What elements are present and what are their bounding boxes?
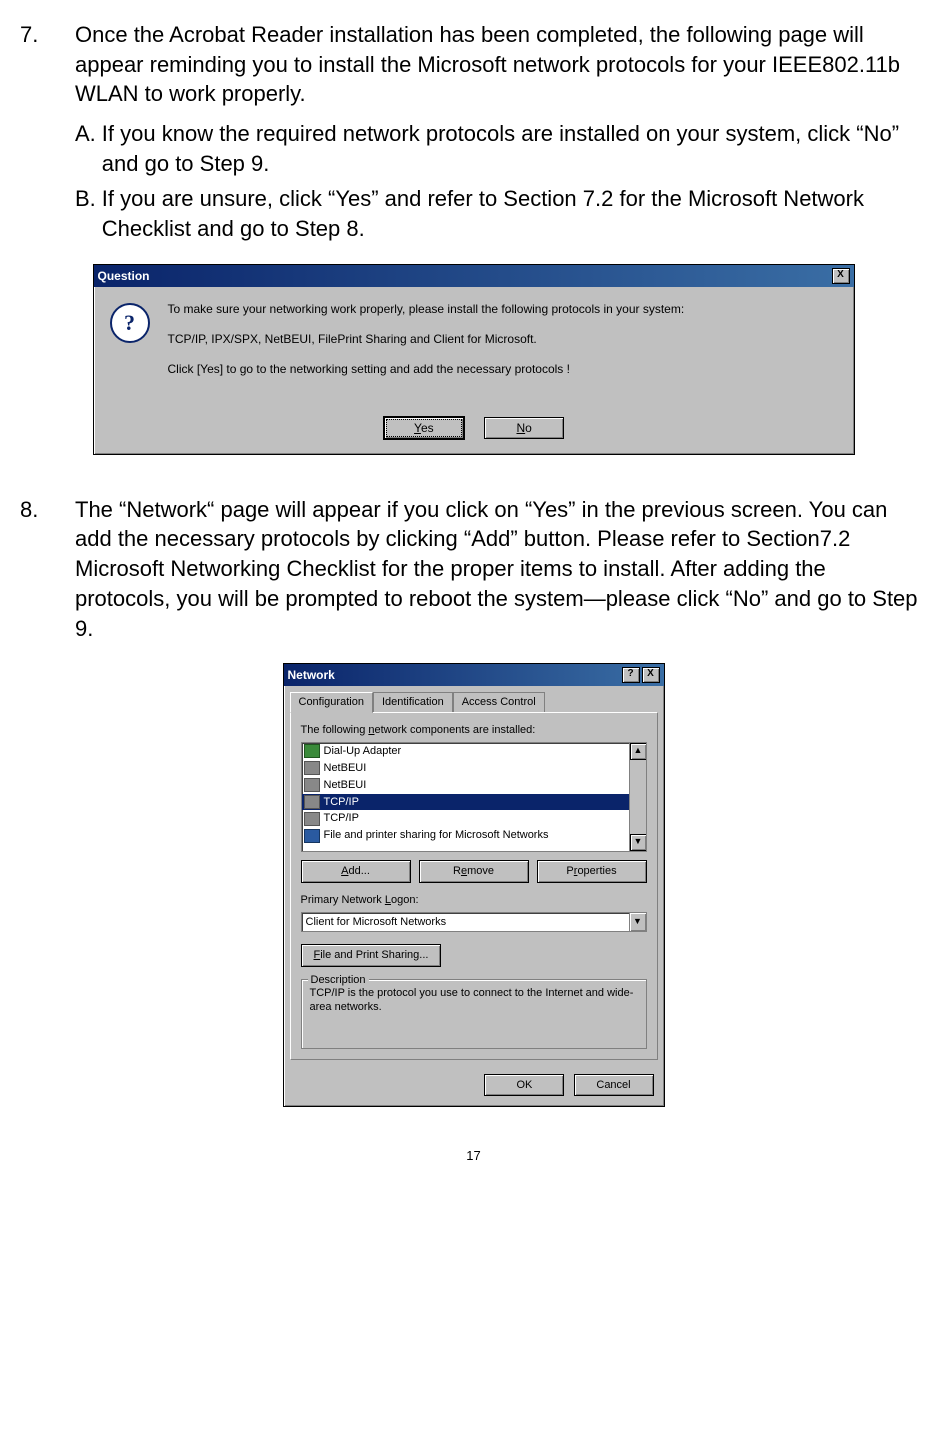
proto-icon (304, 761, 320, 775)
proto-icon (304, 795, 320, 809)
step7b: B. If you are unsure, click “Yes” and re… (75, 184, 927, 243)
description-text: TCP/IP is the protocol you use to connec… (310, 987, 634, 1014)
tab-strip: Configuration Identification Access Cont… (284, 686, 664, 712)
chevron-down-icon[interactable]: ▼ (629, 913, 646, 931)
cancel-button[interactable]: Cancel (574, 1074, 654, 1097)
step-8: 8. The “Network“ page will appear if you… (20, 495, 927, 643)
tab-configuration[interactable]: Configuration (290, 692, 373, 713)
svc-icon (304, 829, 320, 843)
components-label: The following network components are ins… (301, 723, 647, 738)
ok-button[interactable]: OK (484, 1074, 564, 1097)
step7-subitems: A. If you know the required network prot… (20, 119, 927, 244)
primary-logon-combo[interactable]: Client for Microsoft Networks ▼ (301, 912, 647, 932)
help-icon[interactable]: ? (622, 667, 640, 683)
network-titlebar: Network ? X (284, 664, 664, 686)
list-item[interactable]: NetBEUI (302, 760, 630, 777)
close-icon[interactable]: X (832, 268, 850, 284)
proto-icon (304, 778, 320, 792)
no-button[interactable]: No (484, 417, 564, 439)
page-number: 17 (20, 1147, 927, 1165)
list-item[interactable]: File and printer sharing for Microsoft N… (302, 827, 630, 844)
adapter-icon (304, 744, 320, 758)
step-text: Once the Acrobat Reader installation has… (75, 20, 927, 109)
question-dialog-screenshot: Question X To make sure your networking … (20, 264, 927, 455)
step-text: The “Network“ page will appear if you cl… (75, 495, 927, 643)
list-item[interactable]: TCP/IP (302, 810, 630, 827)
components-listbox[interactable]: Dial-Up AdapterNetBEUINetBEUITCP/IPTCP/I… (301, 742, 647, 852)
question-line3: Click [Yes] to go to the networking sett… (168, 361, 685, 377)
step7a: A. If you know the required network prot… (75, 119, 927, 178)
network-title: Network (288, 667, 335, 683)
tab-identification[interactable]: Identification (373, 692, 453, 712)
file-print-sharing-button[interactable]: File and Print Sharing... (301, 944, 442, 967)
primary-logon-label: Primary Network Logon: (301, 893, 647, 908)
close-icon[interactable]: X (642, 667, 660, 683)
step-number: 7. (20, 20, 75, 109)
question-mark-icon (110, 303, 150, 343)
network-dialog-screenshot: Network ? X Configuration Identification… (20, 663, 927, 1107)
step-7: 7. Once the Acrobat Reader installation … (20, 20, 927, 109)
tab-access-control[interactable]: Access Control (453, 692, 545, 712)
properties-button[interactable]: Properties (537, 860, 647, 883)
scroll-up-icon[interactable]: ▲ (630, 743, 647, 760)
scroll-down-icon[interactable]: ▼ (630, 834, 647, 851)
scrollbar[interactable]: ▲ ▼ (629, 743, 646, 851)
tab-panel-configuration: The following network components are ins… (290, 712, 658, 1059)
question-line1: To make sure your networking work proper… (168, 301, 685, 317)
step-number: 8. (20, 495, 75, 643)
proto-icon (304, 812, 320, 826)
question-line2: TCP/IP, IPX/SPX, NetBEUI, FilePrint Shar… (168, 331, 685, 347)
list-item[interactable]: TCP/IP (302, 794, 630, 811)
add-button[interactable]: Add... (301, 860, 411, 883)
remove-button[interactable]: Remove (419, 860, 529, 883)
question-titlebar: Question X (94, 265, 854, 287)
list-item[interactable]: NetBEUI (302, 777, 630, 794)
yes-button[interactable]: Yes (383, 416, 465, 440)
list-item[interactable]: Dial-Up Adapter (302, 743, 630, 760)
question-title: Question (98, 268, 150, 284)
network-dialog: Network ? X Configuration Identification… (283, 663, 665, 1107)
question-dialog: Question X To make sure your networking … (93, 264, 855, 455)
description-group: Description TCP/IP is the protocol you u… (301, 979, 647, 1049)
